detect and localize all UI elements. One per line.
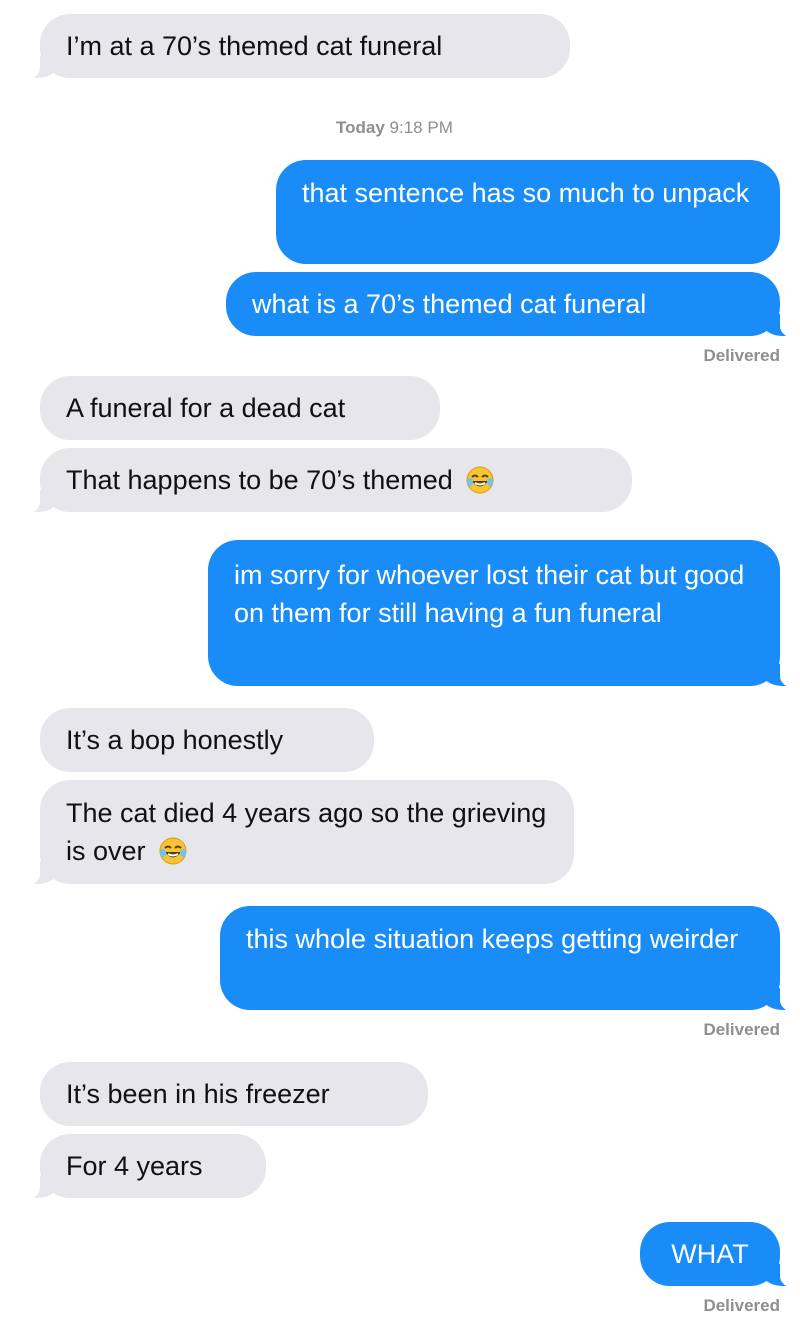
message-text: WHAT	[671, 1239, 749, 1269]
received-bubble[interactable]: For 4 years	[18, 1134, 266, 1200]
received-bubble[interactable]: A funeral for a dead cat	[40, 376, 440, 440]
message-text: this whole situation keeps getting weird…	[246, 924, 739, 954]
message-text: that sentence has so much to unpack	[302, 178, 750, 208]
message-thread: I’m at a 70’s themed cat funeral Today 9…	[0, 0, 800, 1335]
timestamp-time: 9:18 PM	[389, 118, 453, 137]
received-bubble[interactable]: That happens to be 70’s themed	[18, 448, 632, 514]
sent-bubble[interactable]: that sentence has so much to unpack	[276, 160, 780, 264]
sent-bubble[interactable]: this whole situation keeps getting weird…	[220, 906, 800, 1012]
delivered-receipt: Delivered	[703, 1020, 780, 1039]
message-text: I’m at a 70’s themed cat funeral	[66, 31, 443, 61]
timestamp: Today 9:18 PM	[336, 118, 453, 138]
sent-bubble[interactable]: WHAT	[640, 1222, 800, 1288]
received-bubble[interactable]: It’s been in his freezer	[40, 1062, 428, 1126]
message-text: A funeral for a dead cat	[66, 393, 346, 423]
message-text: what is a 70’s themed cat funeral	[252, 289, 647, 319]
message-text: For 4 years	[66, 1151, 203, 1181]
received-bubble[interactable]: It’s a bop honestly	[40, 708, 374, 772]
message-text: It’s been in his freezer	[66, 1079, 330, 1109]
sent-bubble[interactable]: im sorry for whoever lost their cat but …	[208, 540, 800, 688]
received-bubble[interactable]: I’m at a 70’s themed cat funeral	[18, 14, 570, 80]
received-bubble[interactable]: The cat died 4 years ago so the grieving…	[18, 780, 574, 886]
message-text: That happens to be 70’s themed	[66, 465, 453, 495]
delivered-receipt: Delivered	[703, 1296, 780, 1315]
laughing-tears-emoji	[159, 837, 187, 865]
delivered-receipt: Delivered	[703, 346, 780, 365]
laughing-tears-emoji	[466, 466, 494, 494]
sent-bubble[interactable]: what is a 70’s themed cat funeral	[226, 272, 800, 338]
message-text: im sorry for whoever lost their cat but …	[234, 560, 745, 628]
message-text: It’s a bop honestly	[66, 725, 284, 755]
timestamp-day: Today	[336, 118, 385, 137]
message-text: The cat died 4 years ago so the grieving…	[66, 798, 547, 866]
